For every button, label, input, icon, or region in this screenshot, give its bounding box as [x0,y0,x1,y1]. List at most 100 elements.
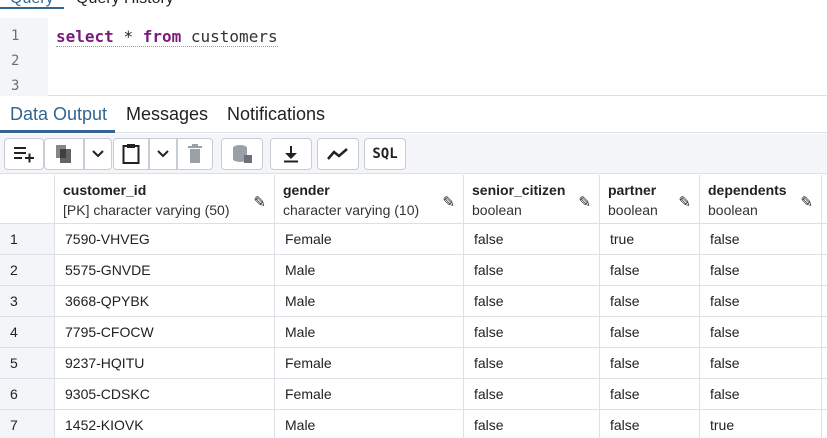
cell-value: false [710,386,740,402]
table-cell[interactable]: false [600,410,700,438]
copy-options-button[interactable] [84,138,112,170]
copy-icon [56,145,71,163]
edit-pencil-icon[interactable]: ✎ [578,193,591,211]
tab-messages[interactable]: Messages [126,104,208,125]
table-row[interactable]: 3 3668-QPYBK Male false false false [0,286,827,317]
table-cell[interactable]: 9305-CDSKC [55,379,275,409]
table-cell[interactable]: false [464,255,600,285]
sql-button[interactable]: SQL [364,138,406,170]
column-header-dependents[interactable]: dependents boolean ✎ [700,175,822,223]
table-row[interactable]: 4 7795-CFOCW Male false false false [0,317,827,348]
cell-value: false [474,324,504,340]
delete-button[interactable] [177,138,213,170]
column-type: boolean [708,202,758,218]
edit-pencil-icon[interactable]: ✎ [253,193,266,211]
line-number: 3 [11,78,20,94]
table-cell[interactable]: false [464,286,600,316]
column-header-senior-citizen[interactable]: senior_citizen boolean ✎ [464,175,600,223]
table-cell[interactable]: false [700,379,822,409]
column-header-customer-id[interactable]: customer_id [PK] character varying (50) … [55,175,275,223]
table-cell[interactable]: Male [275,410,464,438]
cell-value: false [610,262,640,278]
cell-value: true [610,231,635,247]
table-cell[interactable]: 9237-HQITU [55,348,275,378]
table-cell[interactable]: Female [275,224,464,254]
table-cell[interactable]: false [464,379,600,409]
column-header-partner[interactable]: partner boolean ✎ [600,175,700,223]
row-number-cell[interactable]: 5 [0,348,55,378]
table-cell[interactable]: 3668-QPYBK [55,286,275,316]
table-cell[interactable]: 1452-KIOVK [55,410,275,438]
graph-visualiser-button[interactable] [317,138,359,170]
table-cell[interactable]: false [700,286,822,316]
cell-value: Male [285,417,316,433]
table-cell[interactable]: false [600,255,700,285]
table-row[interactable]: 1 7590-VHVEG Female false true false [0,224,827,255]
row-number-cell[interactable]: 7 [0,410,55,438]
table-cell[interactable]: false [700,317,822,347]
table-cell[interactable]: false [600,348,700,378]
table-cell[interactable]: 5575-GNVDE [55,255,275,285]
cell-value: 9305-CDSKC [65,386,150,402]
cell-value: false [710,231,740,247]
query-tabs: Query Query History [0,0,827,18]
table-cell[interactable]: Male [275,255,464,285]
save-data-button[interactable] [221,138,263,170]
table-cell[interactable]: true [700,410,822,438]
row-number: 7 [10,417,18,433]
cell-value: false [610,355,640,371]
table-cell[interactable]: false [700,255,822,285]
table-cell[interactable]: 7590-VHVEG [55,224,275,254]
grid-header: customer_id [PK] character varying (50) … [0,175,827,224]
cell-value: false [610,417,640,433]
paste-button[interactable] [113,138,149,170]
row-number-cell[interactable]: 3 [0,286,55,316]
table-identifier: customers [190,27,278,46]
cell-value: 7795-CFOCW [65,324,154,340]
cell-value: false [710,262,740,278]
cell-value: Female [285,386,332,402]
edit-pencil-icon[interactable]: ✎ [442,193,455,211]
table-cell[interactable]: true [600,224,700,254]
table-row[interactable]: 2 5575-GNVDE Male false false false [0,255,827,286]
table-row[interactable]: 5 9237-HQITU Female false false false [0,348,827,379]
table-cell[interactable]: false [600,317,700,347]
table-row[interactable]: 7 1452-KIOVK Male false false true [0,410,827,438]
table-cell[interactable]: false [464,317,600,347]
table-cell[interactable]: false [700,348,822,378]
cell-value: 5575-GNVDE [65,262,151,278]
code-line[interactable]: select * from customers [56,27,278,47]
table-cell[interactable]: Male [275,286,464,316]
row-number-cell[interactable]: 1 [0,224,55,254]
tab-data-output[interactable]: Data Output [10,104,107,125]
edit-pencil-icon[interactable]: ✎ [678,193,691,211]
tab-query-history[interactable]: Query History [76,0,174,8]
paste-options-button[interactable] [149,138,177,170]
column-type: boolean [608,202,658,218]
cell-value: false [474,355,504,371]
column-type: character varying (10) [283,202,420,218]
download-button[interactable] [270,138,312,170]
column-header-gender[interactable]: gender character varying (10) ✎ [275,175,464,223]
column-type: [PK] character varying (50) [63,202,230,218]
table-cell[interactable]: Female [275,379,464,409]
table-cell[interactable]: Female [275,348,464,378]
row-number-cell[interactable]: 6 [0,379,55,409]
table-row[interactable]: 6 9305-CDSKC Female false false false [0,379,827,410]
table-cell[interactable]: false [464,224,600,254]
table-cell[interactable]: false [600,286,700,316]
table-cell[interactable]: false [600,379,700,409]
sql-editor[interactable]: 1 2 3 select * from customers [0,18,827,96]
table-cell[interactable]: false [700,224,822,254]
table-cell[interactable]: 7795-CFOCW [55,317,275,347]
edit-pencil-icon[interactable]: ✎ [800,193,813,211]
keyword-select: select [56,27,114,46]
table-cell[interactable]: false [464,348,600,378]
row-number-cell[interactable]: 2 [0,255,55,285]
add-row-button[interactable] [4,138,44,170]
tab-notifications[interactable]: Notifications [227,104,325,125]
row-number-cell[interactable]: 4 [0,317,55,347]
copy-button[interactable] [44,138,84,170]
table-cell[interactable]: false [464,410,600,438]
table-cell[interactable]: Male [275,317,464,347]
